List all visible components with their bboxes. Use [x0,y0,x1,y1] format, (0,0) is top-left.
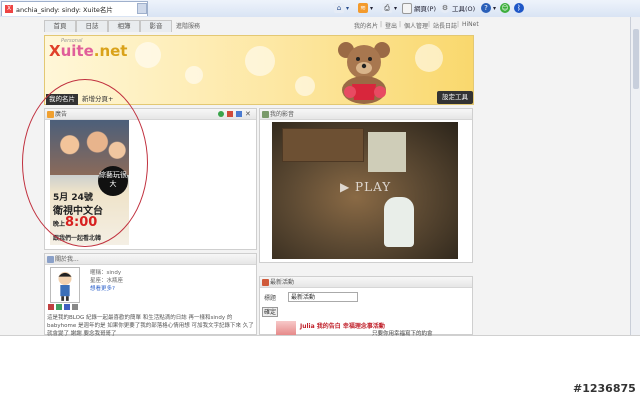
link-site-log[interactable]: 站長日誌 [433,21,457,30]
nav-tab-video[interactable]: 影音 [140,20,172,32]
banner-flower [415,44,443,72]
browser-tab-title: anchia_sindy: sindy: Xuite名片 [16,6,113,14]
page-menu-label: 網頁(P) [414,5,436,13]
activity-item-sub1: 只要你用幸福寫下的約會 [372,331,433,337]
rss-icon: ≋ [358,3,368,13]
blank-area [0,335,640,401]
messenger-icon: ☺ [500,3,510,13]
about-panel-header: 關於我... [45,254,256,265]
avatar[interactable] [50,267,80,303]
edit-icon[interactable] [227,111,233,117]
watermark-id: #1236875 [573,382,636,395]
video-window [368,132,406,172]
feeds-button[interactable]: ≋ ▾ [358,2,373,14]
video-player[interactable]: ▶ PLAY [272,122,458,259]
scrollbar-thumb[interactable] [633,29,639,89]
nav-tab-home[interactable]: 首頁 [44,20,76,32]
vertical-scrollbar[interactable] [630,17,640,335]
banner-flower [245,46,275,76]
swatch-icon[interactable] [56,304,62,310]
banner-flower [295,76,315,96]
activity-confirm-button[interactable]: 確定 [262,307,278,317]
play-button[interactable]: ▶ PLAY [340,180,391,194]
banner-flower [135,42,161,68]
nav-tab-blog[interactable]: 日誌 [76,20,108,32]
bluetooth-icon: ᛒ [514,3,524,13]
help-icon: ? [481,3,491,13]
refresh-icon[interactable] [218,111,224,117]
nav-extra-services[interactable]: 進階服務 [176,21,200,30]
chevron-down-icon: ▾ [346,4,350,12]
tools-menu-label: 工具(O) [452,5,476,13]
about-zodiac: 星座：水瓶座 [90,278,124,284]
page-icon [402,2,412,14]
video-child [384,197,414,247]
activity-panel-title: 最新活動 [270,279,295,286]
video-icon [262,111,269,118]
browser-tab[interactable]: X anchia_sindy: sindy: Xuite名片 [1,1,148,16]
link-hinet[interactable]: HiNet [462,21,479,28]
video-panel-header: 我的影音 [260,109,472,120]
red-annotation-oval [22,79,148,247]
xuite-logo[interactable]: Xuite.net [49,42,127,60]
settings-tools-button[interactable]: 設定工具 [437,91,473,104]
activity-icon [262,279,269,286]
logo-uite: uite [60,42,94,60]
play-label: PLAY [355,180,392,194]
swatch-icon[interactable] [72,304,78,310]
avatar-cartoon [58,271,72,301]
close-icon[interactable]: ✕ [245,110,251,118]
printer-icon: ⎙ [382,3,392,13]
video-cabinet [282,128,364,162]
about-more-link[interactable]: 想看更多? [90,284,115,292]
home-icon: ⌂ [334,3,344,13]
teddy-bear-illustration [338,42,390,104]
about-nickname: 暱稱：sindy [90,270,122,276]
person-icon [47,256,54,263]
link-logout[interactable]: 登出 [385,21,397,30]
avatar-color-swatches [48,304,78,310]
nav-tab-album[interactable]: 相簿 [108,20,140,32]
activity-field-label: 標題 [264,295,277,302]
swatch-icon[interactable] [64,304,70,310]
about-panel-title: 關於我... [55,256,79,263]
logo-x: X [49,42,61,60]
activity-panel-header: 最新活動 [260,277,472,288]
page-menu[interactable]: 網頁(P) [402,2,436,14]
swatch-icon[interactable] [48,304,54,310]
gear-icon: ⚙ [440,3,450,13]
print-button[interactable]: ⎙ ▾ [382,2,397,14]
bluetooth-button[interactable]: ᛒ [514,2,524,14]
chevron-down-icon: ▾ [493,4,497,12]
banner-flower [185,66,203,84]
settings-icon[interactable] [236,111,242,117]
chevron-down-icon: ▾ [370,4,374,12]
help-button[interactable]: ? ▾ [481,2,496,14]
link-my-card[interactable]: 我的名片 [354,21,378,30]
video-panel-title: 我的影音 [270,111,295,118]
link-personal-settings[interactable]: 個人管理 [404,21,428,30]
new-tab-button[interactable] [137,3,147,14]
activity-thumbnail[interactable] [276,321,296,335]
activity-title-input[interactable]: 最新活動 [288,292,358,302]
xuite-favicon: X [5,5,13,13]
logo-net: .net [93,42,128,60]
about-description: 這是我的BLOG 紀錄一起最喜歡的簡單 和生活點滴的日誌 再一樣和sindy 的… [47,315,254,337]
home-button[interactable]: ⌂ ▾ [334,2,349,14]
messenger-button[interactable]: ☺ [500,2,510,14]
chevron-down-icon: ▾ [394,4,398,12]
xuite-nav: 首頁 日誌 相簿 影音 進階服務 我的名片 | 登出 | 個人管理 | 站長日誌… [44,20,479,32]
tools-menu[interactable]: ⚙ 工具(O) [440,2,475,14]
